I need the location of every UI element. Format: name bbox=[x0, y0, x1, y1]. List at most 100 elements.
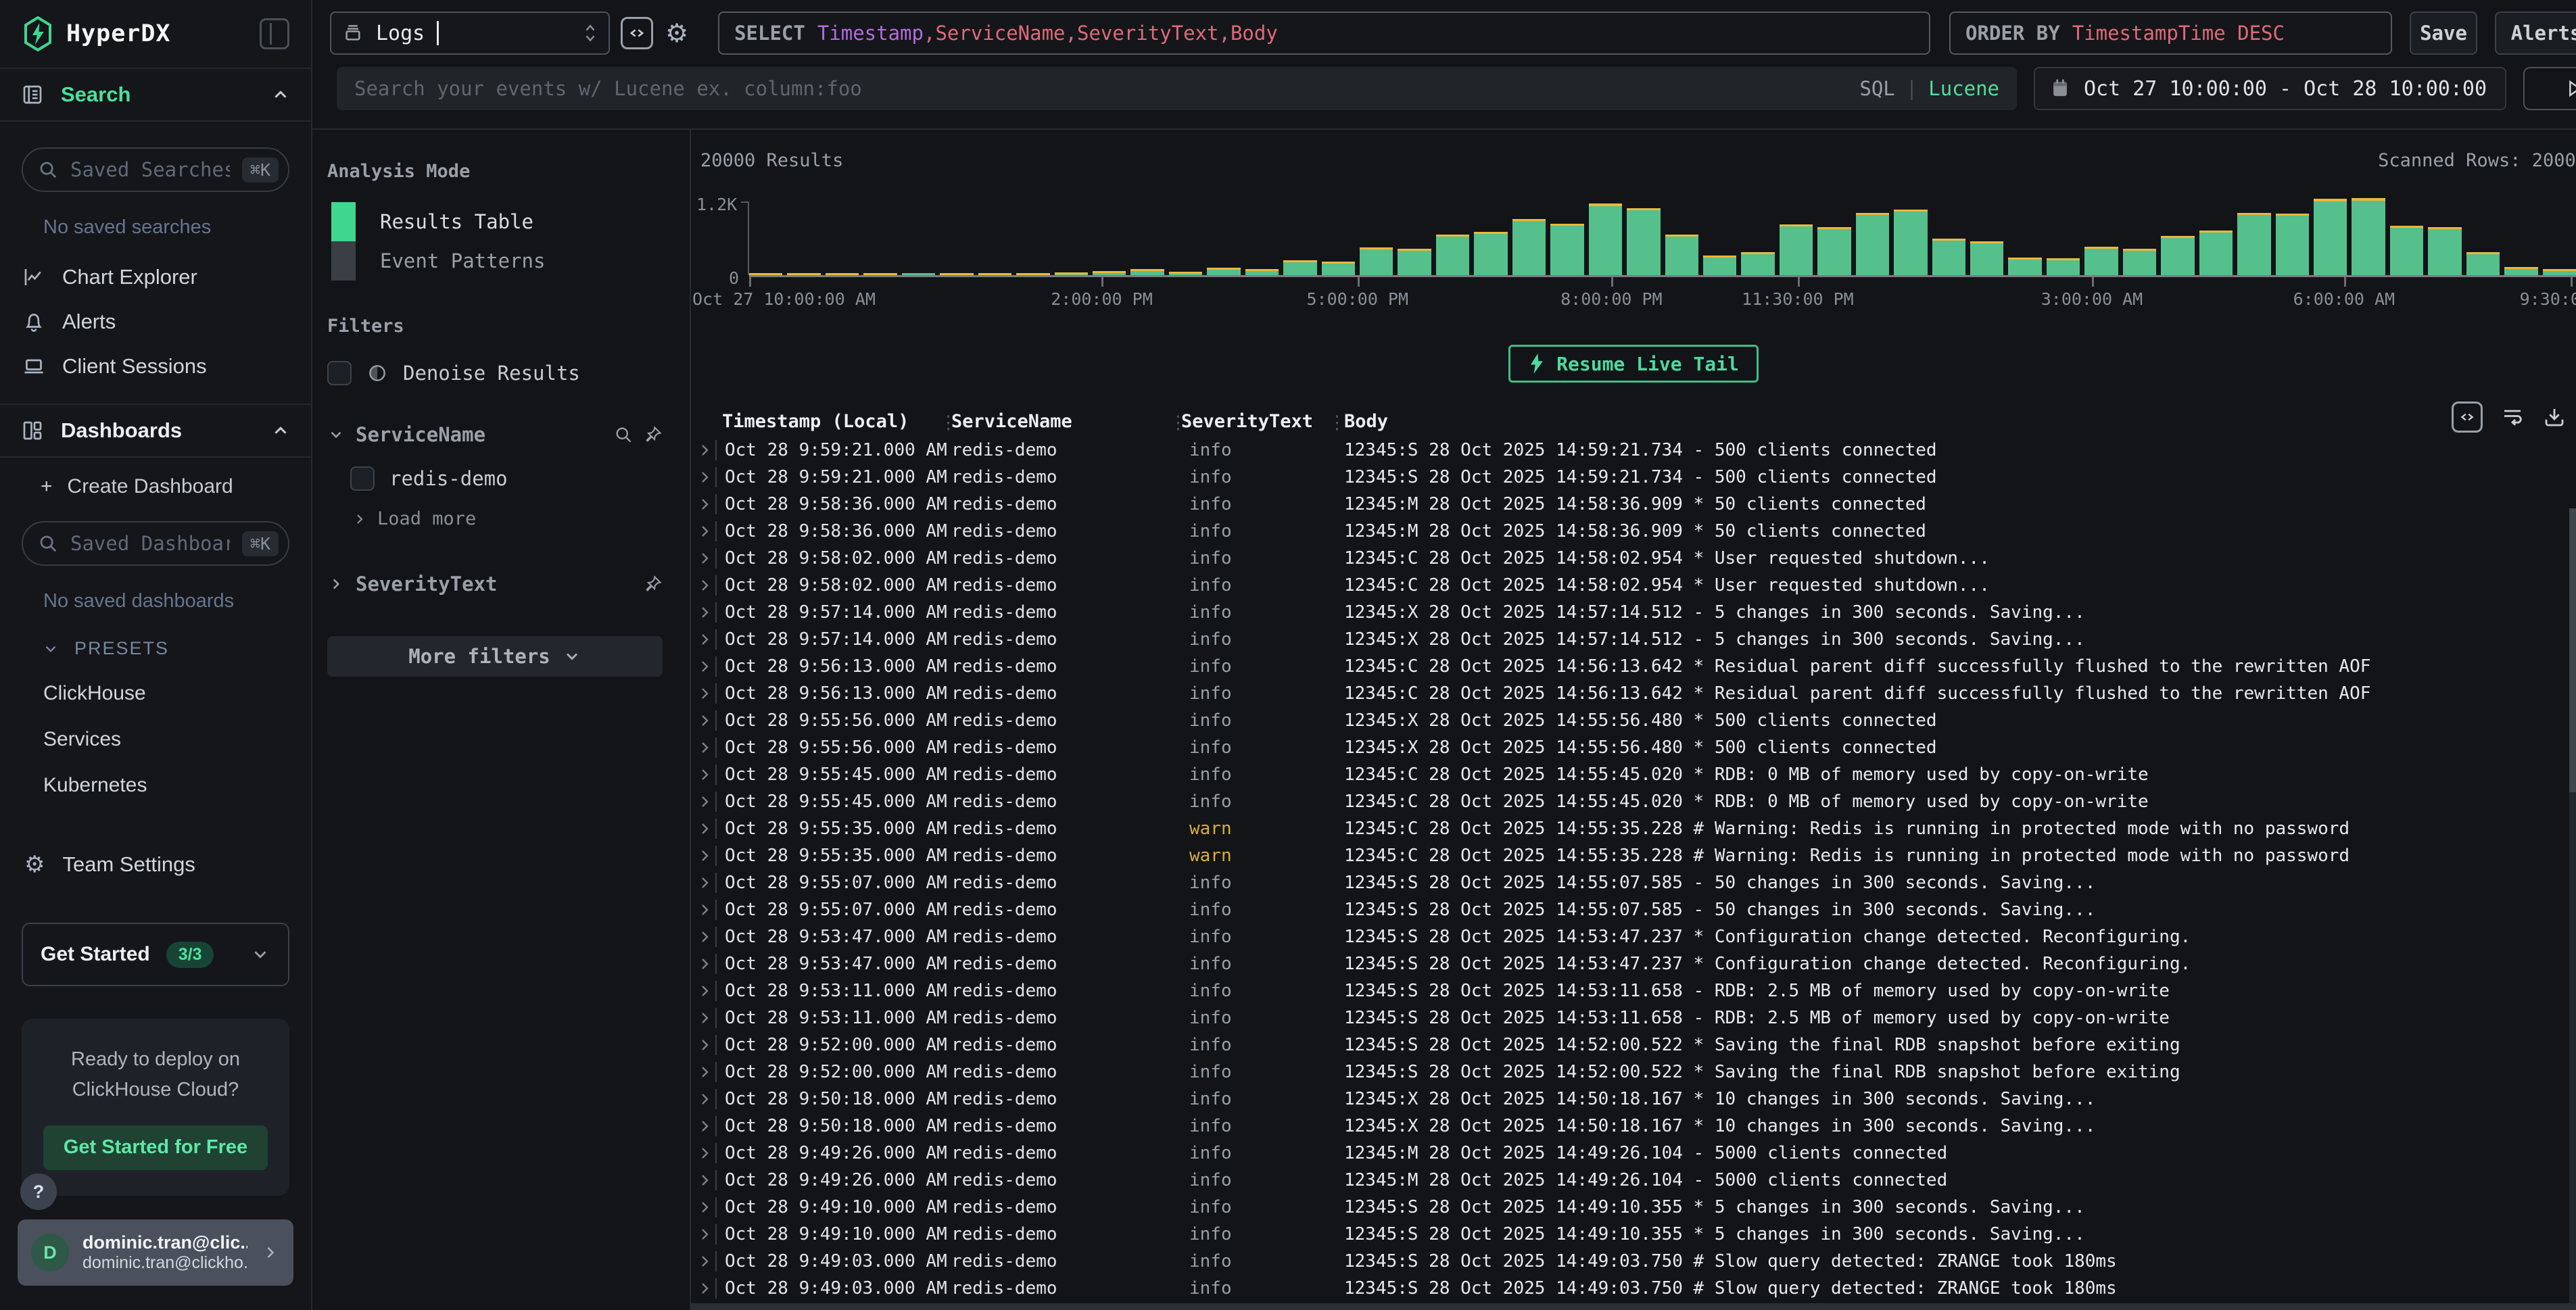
expand-row-chevron-icon[interactable] bbox=[691, 1145, 715, 1161]
expand-row-chevron-icon[interactable] bbox=[691, 956, 715, 972]
table-row[interactable]: Oct 28 9:53:11.000 AM redis-demo info 12… bbox=[691, 977, 2576, 1004]
table-row[interactable]: Oct 28 9:50:18.000 AM redis-demo info 12… bbox=[691, 1086, 2576, 1113]
source-settings-gear-icon[interactable]: ⚙ bbox=[665, 18, 688, 48]
histogram-bar[interactable] bbox=[2276, 214, 2309, 275]
expand-row-chevron-icon[interactable] bbox=[691, 767, 715, 783]
expand-row-chevron-icon[interactable] bbox=[691, 1037, 715, 1053]
facet-search-icon[interactable] bbox=[614, 425, 633, 444]
run-query-button[interactable] bbox=[2523, 67, 2576, 110]
expand-row-chevron-icon[interactable] bbox=[691, 1280, 715, 1296]
saved-searches-input[interactable]: Saved Searches ⌘K bbox=[22, 147, 289, 192]
histogram-bar[interactable] bbox=[1703, 256, 1736, 275]
resume-live-tail-button[interactable]: Resume Live Tail bbox=[1508, 345, 1759, 383]
vertical-scrollbar-thumb[interactable] bbox=[2569, 508, 2576, 792]
time-range-picker[interactable]: Oct 27 10:00:00 - Oct 28 10:00:00 bbox=[2034, 67, 2506, 110]
expand-row-chevron-icon[interactable] bbox=[691, 685, 715, 702]
histogram-bar[interactable] bbox=[2504, 267, 2537, 275]
table-row[interactable]: Oct 28 9:55:07.000 AM redis-demo info 12… bbox=[691, 896, 2576, 923]
histogram-bar[interactable] bbox=[1665, 235, 1698, 275]
expand-row-chevron-icon[interactable] bbox=[691, 739, 715, 756]
expand-row-chevron-icon[interactable] bbox=[691, 1118, 715, 1134]
histogram-bar[interactable] bbox=[1589, 203, 1622, 275]
expand-row-chevron-icon[interactable] bbox=[691, 821, 715, 837]
get-started-free-button[interactable]: Get Started for Free bbox=[43, 1125, 268, 1170]
histogram-bar[interactable] bbox=[2352, 198, 2385, 275]
histogram-bar[interactable] bbox=[787, 273, 820, 275]
pin-icon[interactable] bbox=[644, 425, 663, 444]
table-row[interactable]: Oct 28 9:58:36.000 AM redis-demo info 12… bbox=[691, 518, 2576, 545]
histogram-bar[interactable] bbox=[1741, 252, 1774, 275]
histogram-bar[interactable] bbox=[2123, 249, 2156, 275]
mode-event-patterns[interactable]: Event Patterns bbox=[331, 241, 663, 281]
table-row[interactable]: Oct 28 9:53:47.000 AM redis-demo info 12… bbox=[691, 950, 2576, 977]
expand-row-chevron-icon[interactable] bbox=[691, 604, 715, 621]
histogram-bar[interactable] bbox=[2008, 258, 2041, 275]
histogram-bar[interactable] bbox=[749, 273, 782, 275]
column-header-body[interactable]: Body bbox=[1333, 411, 2576, 432]
expand-row-chevron-icon[interactable] bbox=[691, 469, 715, 485]
expand-row-chevron-icon[interactable] bbox=[691, 1010, 715, 1026]
histogram-bar[interactable] bbox=[1055, 272, 1088, 275]
table-row[interactable]: Oct 28 9:49:10.000 AM redis-demo info 12… bbox=[691, 1194, 2576, 1221]
expand-row-chevron-icon[interactable] bbox=[691, 875, 715, 891]
histogram-bar[interactable] bbox=[863, 273, 897, 275]
histogram-bar[interactable] bbox=[1093, 271, 1126, 275]
expand-row-chevron-icon[interactable] bbox=[691, 1064, 715, 1080]
histogram-bar[interactable] bbox=[1627, 208, 1660, 275]
table-row[interactable]: Oct 28 9:56:13.000 AM redis-demo info 12… bbox=[691, 680, 2576, 707]
order-by-input[interactable]: ORDER BY TimestampTime DESC bbox=[1949, 11, 2392, 55]
table-row[interactable]: Oct 28 9:59:21.000 AM redis-demo info 12… bbox=[691, 464, 2576, 491]
histogram-bar[interactable] bbox=[1894, 210, 1927, 275]
lucene-search-input[interactable]: Search your events w/ Lucene ex. column:… bbox=[337, 67, 2017, 110]
column-header-timestamp[interactable]: Timestamp (Local) bbox=[715, 411, 945, 432]
expand-row-chevron-icon[interactable] bbox=[691, 1226, 715, 1242]
expand-row-chevron-icon[interactable] bbox=[691, 1172, 715, 1188]
table-row[interactable]: Oct 28 9:55:56.000 AM redis-demo info 12… bbox=[691, 734, 2576, 761]
histogram-bar[interactable] bbox=[826, 273, 859, 275]
horizontal-scrollbar[interactable] bbox=[691, 1303, 2576, 1310]
histogram-bar[interactable] bbox=[1780, 224, 1813, 275]
save-button[interactable]: Save bbox=[2410, 11, 2477, 55]
table-row[interactable]: Oct 28 9:58:36.000 AM redis-demo info 12… bbox=[691, 491, 2576, 518]
histogram-bar[interactable] bbox=[2543, 269, 2576, 275]
histogram-bar[interactable] bbox=[1207, 268, 1240, 275]
histogram-bar[interactable] bbox=[902, 273, 935, 275]
expand-row-chevron-icon[interactable] bbox=[691, 929, 715, 945]
histogram-bar[interactable] bbox=[2314, 199, 2347, 275]
alerts-button[interactable]: Alerts bbox=[2495, 11, 2576, 55]
table-row[interactable]: Oct 28 9:55:07.000 AM redis-demo info 12… bbox=[691, 869, 2576, 896]
histogram-bar[interactable] bbox=[1932, 239, 1965, 275]
histogram-bar[interactable] bbox=[1322, 262, 1355, 275]
table-row[interactable]: Oct 28 9:49:26.000 AM redis-demo info 12… bbox=[691, 1167, 2576, 1194]
sidebar-item-kubernetes[interactable]: Kubernetes bbox=[43, 774, 289, 797]
column-config-icon[interactable] bbox=[2452, 402, 2483, 433]
expand-row-chevron-icon[interactable] bbox=[691, 902, 715, 918]
histogram-bar[interactable] bbox=[2047, 258, 2080, 275]
table-row[interactable]: Oct 28 9:49:10.000 AM redis-demo info 12… bbox=[691, 1221, 2576, 1248]
table-row[interactable]: Oct 28 9:49:03.000 AM redis-demo info 12… bbox=[691, 1248, 2576, 1275]
sidebar-item-dashboards[interactable]: Dashboards bbox=[0, 404, 311, 458]
table-row[interactable]: Oct 28 9:50:18.000 AM redis-demo info 12… bbox=[691, 1113, 2576, 1140]
table-row[interactable]: Oct 28 9:49:03.000 AM redis-demo info 12… bbox=[691, 1275, 2576, 1302]
facet-severitytext[interactable]: SeverityText bbox=[327, 573, 663, 596]
expand-row-chevron-icon[interactable] bbox=[691, 550, 715, 566]
expand-row-chevron-icon[interactable] bbox=[691, 712, 715, 729]
expand-row-chevron-icon[interactable] bbox=[691, 442, 715, 458]
histogram-bar[interactable] bbox=[2237, 213, 2270, 275]
histogram-bar[interactable] bbox=[940, 273, 973, 275]
user-menu[interactable]: D dominic.tran@clic... dominic.tran@clic… bbox=[18, 1219, 293, 1286]
download-icon[interactable] bbox=[2542, 405, 2567, 429]
table-row[interactable]: Oct 28 9:55:35.000 AM redis-demo warn 12… bbox=[691, 842, 2576, 869]
presets-toggle[interactable]: PRESETS bbox=[42, 638, 289, 659]
histogram-bar[interactable] bbox=[1970, 241, 2003, 275]
expand-row-chevron-icon[interactable] bbox=[691, 496, 715, 512]
facet-value-redis-demo[interactable]: redis-demo bbox=[350, 466, 663, 491]
table-row[interactable]: Oct 28 9:53:47.000 AM redis-demo info 12… bbox=[691, 923, 2576, 950]
mode-lucene-toggle[interactable]: Lucene bbox=[1928, 77, 1999, 100]
denoise-results-checkbox-row[interactable]: Denoise Results bbox=[327, 361, 663, 385]
histogram-bar[interactable] bbox=[2428, 227, 2461, 275]
histogram-bar[interactable] bbox=[1169, 272, 1202, 275]
expand-row-chevron-icon[interactable] bbox=[691, 983, 715, 999]
table-row[interactable]: Oct 28 9:59:21.000 AM redis-demo info 12… bbox=[691, 437, 2576, 464]
table-row[interactable]: Oct 28 9:49:26.000 AM redis-demo info 12… bbox=[691, 1140, 2576, 1167]
